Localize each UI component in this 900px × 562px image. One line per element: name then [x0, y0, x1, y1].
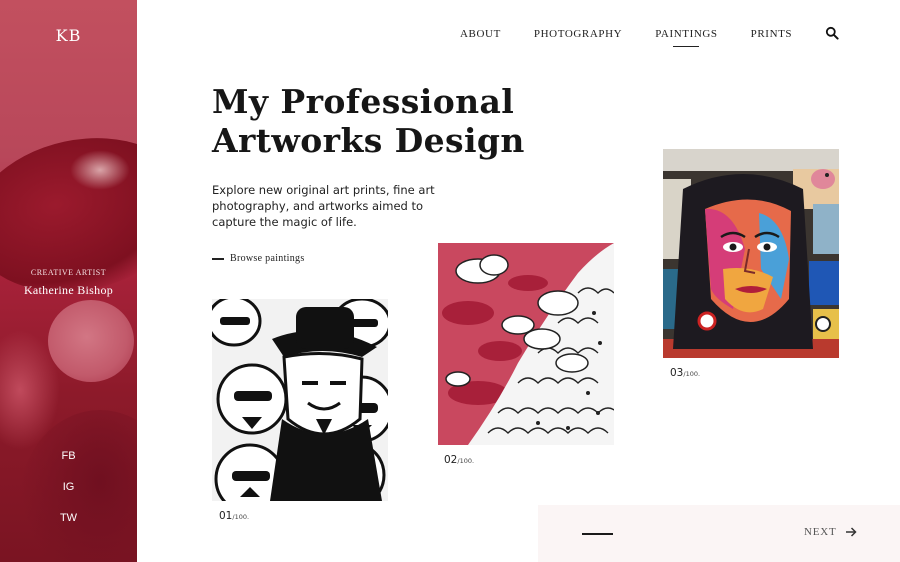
nav-item-paintings[interactable]: PAINTINGS — [655, 28, 717, 47]
artwork-caption-01: 01/100. — [219, 510, 249, 522]
next-label: NEXT — [804, 526, 837, 538]
sidebar: KB CREATIVE ARTIST Katherine Bishop FB I… — [0, 0, 137, 562]
artwork-illustration — [438, 243, 614, 445]
artwork-image-02[interactable] — [438, 243, 614, 445]
browse-paintings-label: Browse paintings — [230, 253, 305, 264]
nav-item-prints[interactable]: PRINTS — [751, 28, 793, 40]
artist-name: Katherine Bishop — [23, 283, 114, 297]
social-link-instagram[interactable]: IG — [0, 481, 137, 493]
page-title-line-1: My Professional — [212, 82, 515, 121]
nav-item-photography[interactable]: PHOTOGRAPHY — [534, 28, 622, 40]
artwork-image-03[interactable] — [663, 149, 839, 358]
artwork-illustration — [663, 149, 839, 358]
artwork-total: /100. — [232, 513, 250, 521]
logo[interactable]: KB — [0, 26, 137, 45]
page-title: My Professional Artworks Design — [212, 82, 532, 160]
social-link-twitter[interactable]: TW — [0, 512, 137, 524]
page-title-line-2: Artworks Design — [212, 121, 525, 160]
main-nav: ABOUT PHOTOGRAPHY PAINTINGS PRINTS — [460, 26, 839, 47]
artwork-total: /100. — [683, 370, 701, 378]
artwork-caption-03: 03/100. — [670, 367, 700, 379]
pager-progress-line — [582, 533, 613, 535]
search-icon[interactable] — [825, 26, 839, 40]
dash-icon — [212, 257, 224, 260]
arrow-right-icon — [845, 527, 857, 537]
next-button[interactable]: NEXT — [804, 526, 857, 538]
paint-stroke — [70, 150, 130, 190]
artwork-number: 01 — [219, 510, 233, 522]
artwork-caption-02: 02/100. — [444, 454, 474, 466]
artwork-number: 03 — [670, 367, 684, 379]
social-link-facebook[interactable]: FB — [0, 450, 137, 462]
artwork-illustration — [212, 299, 388, 501]
artwork-image-01[interactable] — [212, 299, 388, 501]
nav-item-about[interactable]: ABOUT — [460, 28, 501, 40]
artist-role: CREATIVE ARTIST — [30, 268, 107, 277]
intro-text: Explore new original art prints, fine ar… — [212, 183, 435, 229]
browse-paintings-link[interactable]: Browse paintings — [212, 253, 305, 264]
artwork-total: /100. — [457, 457, 475, 465]
artwork-number: 02 — [444, 454, 458, 466]
paint-blob — [48, 300, 134, 382]
pager: NEXT — [538, 505, 900, 562]
